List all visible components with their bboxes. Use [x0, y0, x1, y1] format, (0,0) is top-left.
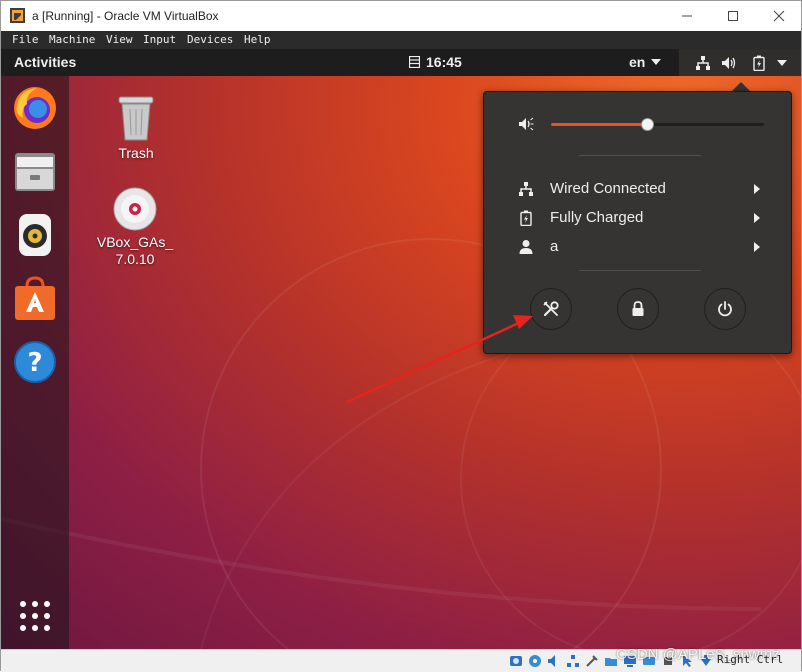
menu-view[interactable]: View — [106, 33, 133, 46]
optical-drive-icon[interactable] — [528, 654, 542, 668]
virtualbox-window: a [Running] - Oracle VM VirtualBox File … — [0, 0, 802, 672]
window-titlebar[interactable]: a [Running] - Oracle VM VirtualBox — [1, 1, 801, 31]
menu-help[interactable]: Help — [244, 33, 271, 46]
virtualbox-app-icon — [10, 8, 25, 23]
annotation-arrow — [346, 315, 533, 404]
audio-icon[interactable] — [547, 654, 561, 668]
usb-icon[interactable] — [585, 654, 599, 668]
maximize-icon — [728, 11, 738, 21]
close-button[interactable] — [756, 1, 802, 31]
minimize-icon — [682, 15, 692, 17]
hard-disk-icon[interactable] — [509, 654, 523, 668]
menu-devices[interactable]: Devices — [187, 33, 233, 46]
vbox-menubar: File Machine View Input Devices Help — [1, 31, 801, 49]
menu-file[interactable]: File — [12, 33, 39, 46]
menu-machine[interactable]: Machine — [49, 33, 95, 46]
menu-input[interactable]: Input — [143, 33, 176, 46]
window-title: a [Running] - Oracle VM VirtualBox — [32, 9, 219, 23]
network-status-icon[interactable] — [566, 654, 580, 668]
host-key-label: Right Ctrl — [717, 653, 784, 666]
close-icon — [773, 10, 785, 22]
minimize-button[interactable] — [664, 1, 710, 31]
maximize-button[interactable] — [710, 1, 756, 31]
vm-screen[interactable]: Activities 16:45 en ? Trash VBox_GAs_ 7.… — [1, 49, 801, 649]
